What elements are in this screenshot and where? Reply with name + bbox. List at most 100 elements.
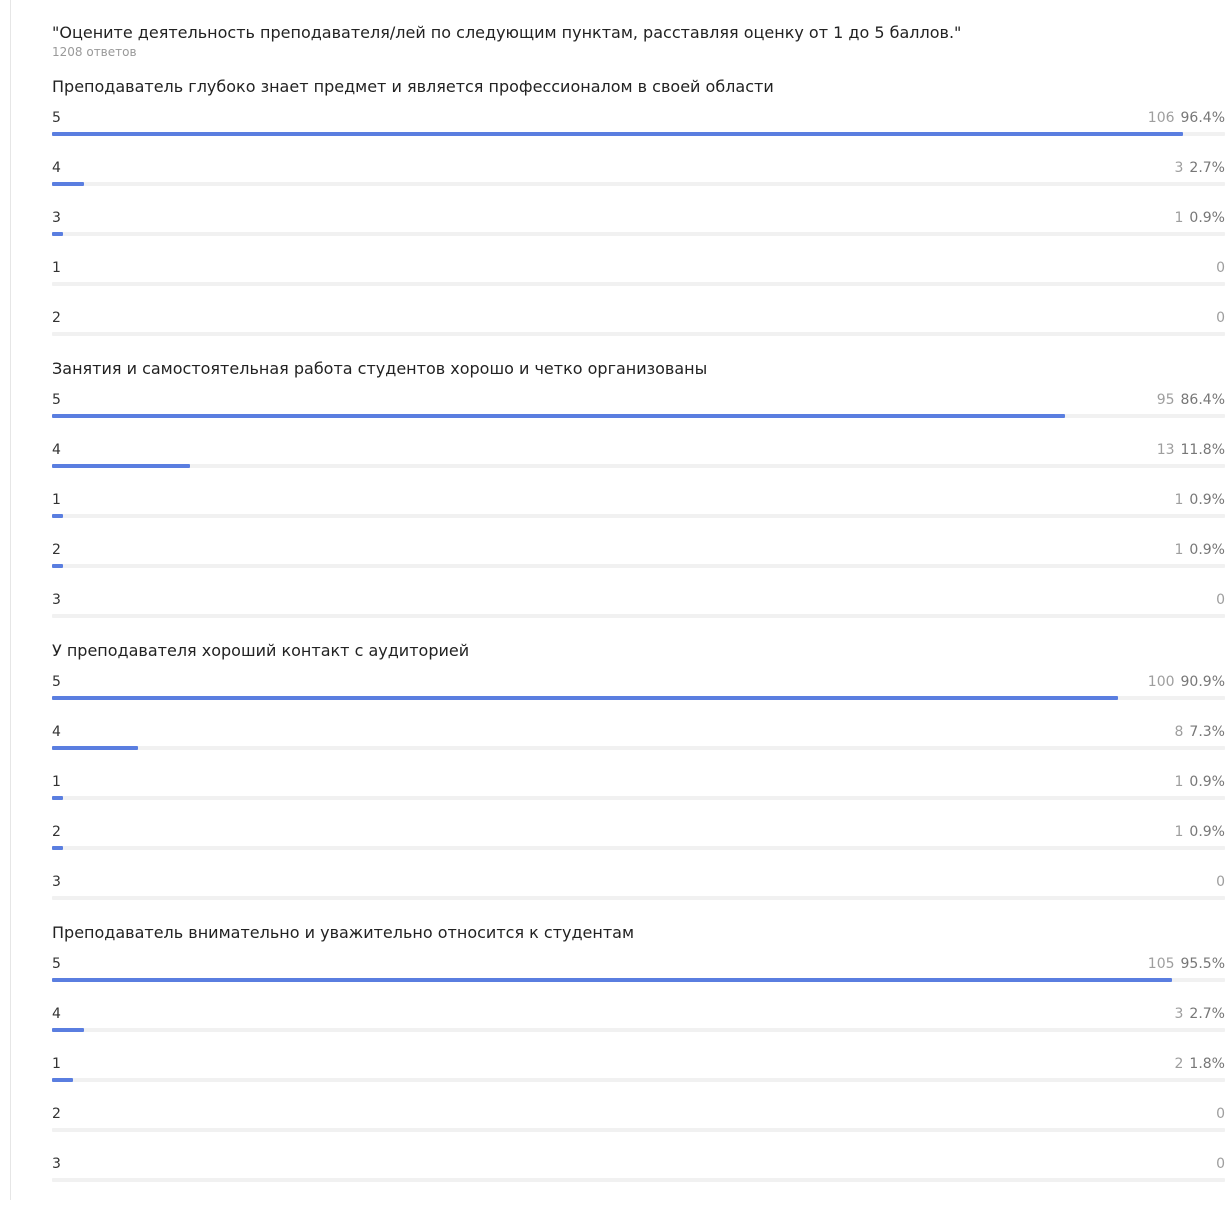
rating-stats: 0 (1216, 309, 1225, 327)
bar-track (52, 614, 1225, 618)
group-title: Преподаватель внимательно и уважительно … (52, 923, 635, 942)
bar-track (52, 846, 1225, 850)
bar-fill (52, 1028, 84, 1032)
bar-track (52, 896, 1225, 900)
bar-fill (52, 846, 63, 850)
bar-fill (52, 796, 63, 800)
bar-track (52, 696, 1225, 700)
rating-label: 3 (52, 592, 61, 608)
rating-count: 0 (1216, 260, 1225, 276)
rating-stats: 95 86.4% (1157, 391, 1225, 409)
rating-percent: 0.9% (1189, 492, 1225, 508)
rating-count: 100 (1147, 674, 1175, 690)
rating-label: 2 (52, 1106, 61, 1122)
rating-label: 5 (52, 392, 61, 408)
bar-track (52, 514, 1225, 518)
rating-count: 3 (1174, 1006, 1184, 1022)
rating-group: Преподаватель глубоко знает предмет и яв… (52, 77, 1225, 359)
group-title: У преподавателя хороший контакт с аудито… (52, 641, 470, 660)
bar-track (52, 1028, 1225, 1032)
rating-row: 10 (52, 259, 1225, 309)
rating-percent: 1.8% (1189, 1056, 1225, 1072)
bar-track (52, 978, 1225, 982)
rating-row: 5 100 90.9% (52, 673, 1225, 723)
group-title: Преподаватель глубоко знает предмет и яв… (52, 77, 774, 96)
rating-row: 2 1 0.9% (52, 541, 1225, 591)
rating-count: 13 (1156, 442, 1175, 458)
rating-stats: 1 0.9% (1175, 491, 1226, 509)
rating-count: 2 (1174, 1056, 1184, 1072)
rating-row: 5 105 95.5% (52, 955, 1225, 1005)
rating-label: 4 (52, 1006, 61, 1022)
bar-track (52, 182, 1225, 186)
rating-stats: 0 (1216, 873, 1225, 891)
rating-label: 4 (52, 724, 61, 740)
bar-fill (52, 514, 63, 518)
bar-fill (52, 464, 191, 468)
rating-row: 20 (52, 309, 1225, 359)
bar-track (52, 132, 1225, 136)
rating-row: 30 (52, 873, 1225, 923)
survey-results: "Оцените деятельность преподавателя/лей … (52, 22, 1225, 1205)
rating-row: 30 (52, 591, 1225, 641)
rating-count: 0 (1216, 1106, 1225, 1122)
response-count: 1208 ответов (52, 45, 137, 59)
rating-count: 105 (1147, 956, 1175, 972)
rating-percent: 90.9% (1180, 674, 1225, 690)
rating-count: 1 (1174, 774, 1184, 790)
rating-percent: 95.5% (1180, 956, 1225, 972)
bar-fill (52, 978, 1173, 982)
rating-row: 1 1 0.9% (52, 491, 1225, 541)
rating-row: 2 1 0.9% (52, 823, 1225, 873)
rating-count: 1 (1174, 824, 1184, 840)
rating-stats: 8 7.3% (1175, 723, 1226, 741)
bar-track (52, 564, 1225, 568)
bar-fill (52, 414, 1066, 418)
rating-label: 1 (52, 1056, 61, 1072)
bar-fill (52, 746, 138, 750)
bar-track (52, 282, 1225, 286)
rating-group: Занятия и самостоятельная работа студент… (52, 359, 1225, 641)
bar-track (52, 414, 1225, 418)
rating-count: 1 (1174, 492, 1184, 508)
rating-row: 3 1 0.9% (52, 209, 1225, 259)
bar-track (52, 1078, 1225, 1082)
rating-label: 3 (52, 210, 61, 226)
rating-percent: 2.7% (1189, 1006, 1225, 1022)
rating-row: 4 13 11.8% (52, 441, 1225, 491)
rating-stats: 1 0.9% (1175, 209, 1226, 227)
rating-count: 0 (1216, 310, 1225, 326)
rating-stats: 3 2.7% (1175, 1005, 1226, 1023)
rating-stats: 105 95.5% (1148, 955, 1225, 973)
bar-fill (52, 564, 63, 568)
rating-stats: 0 (1216, 1155, 1225, 1173)
rating-count: 1 (1174, 210, 1184, 226)
bar-track (52, 332, 1225, 336)
question-title: "Оцените деятельность преподавателя/лей … (52, 23, 962, 42)
rating-stats: 106 96.4% (1148, 109, 1225, 127)
rating-label: 5 (52, 956, 61, 972)
rating-percent: 96.4% (1180, 110, 1225, 126)
group-title: Занятия и самостоятельная работа студент… (52, 359, 708, 378)
rating-stats: 1 0.9% (1175, 823, 1226, 841)
rating-stats: 3 2.7% (1175, 159, 1226, 177)
rating-stats: 1 0.9% (1175, 773, 1226, 791)
rating-label: 1 (52, 774, 61, 790)
bar-track (52, 796, 1225, 800)
rating-label: 4 (52, 442, 61, 458)
bar-fill (52, 1078, 74, 1082)
rating-percent: 86.4% (1180, 392, 1225, 408)
rating-row: 30 (52, 1155, 1225, 1205)
rating-percent: 2.7% (1189, 160, 1225, 176)
rating-row: 5 95 86.4% (52, 391, 1225, 441)
rating-label: 5 (52, 110, 61, 126)
bar-track (52, 746, 1225, 750)
rating-group: Преподаватель внимательно и уважительно … (52, 923, 1225, 1205)
bar-track (52, 1178, 1225, 1182)
rating-stats: 0 (1216, 1105, 1225, 1123)
rating-row: 1 2 1.8% (52, 1055, 1225, 1105)
rating-percent: 0.9% (1189, 774, 1225, 790)
rating-count: 95 (1156, 392, 1175, 408)
rating-label: 2 (52, 824, 61, 840)
bar-fill (52, 696, 1119, 700)
